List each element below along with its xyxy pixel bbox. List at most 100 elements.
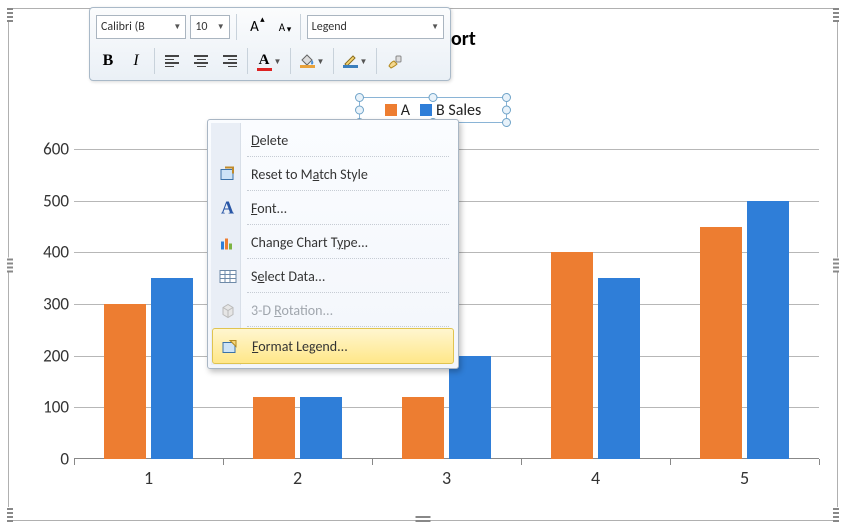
font-name-value: Calibri (B (101, 20, 145, 34)
bar-series-b[interactable] (449, 356, 491, 459)
menu-label: Format Legend... (252, 338, 348, 355)
resize-handle[interactable] (416, 516, 431, 522)
bar-series-a[interactable] (104, 304, 146, 459)
chevron-down-icon: ▼ (274, 57, 282, 66)
font-size-value: 10 (195, 20, 207, 34)
separator (300, 14, 301, 40)
separator (333, 48, 334, 74)
chevron-down-icon: ▼ (360, 57, 368, 66)
separator (376, 48, 377, 74)
mini-toolbar[interactable]: Calibri (B▼ 10▼ A▴ A▾ Legend▼ B I A▼ (89, 7, 451, 81)
resize-handle[interactable] (7, 507, 13, 522)
menu-item-font[interactable]: A Font... (211, 191, 455, 225)
chart-element-picker[interactable]: Legend ▼ (307, 15, 444, 39)
shape-fill-button[interactable]: ▼ (297, 49, 327, 73)
chevron-down-icon: ▼ (317, 57, 325, 66)
align-left-icon (165, 55, 181, 67)
x-tick-label: 2 (293, 467, 302, 489)
legend-item-a[interactable]: A (385, 101, 410, 120)
x-tick-label: 4 (591, 467, 600, 489)
bar-series-a[interactable] (700, 227, 742, 460)
chart-object[interactable]: ort A B Sales 0 100 200 300 400 500 600 (8, 8, 838, 521)
reset-icon (217, 164, 238, 185)
legend-handle[interactable] (502, 118, 511, 127)
align-center-button[interactable] (189, 49, 213, 73)
align-right-icon (221, 55, 237, 67)
resize-handle[interactable] (833, 507, 839, 522)
grow-font-button[interactable]: A▴ (243, 15, 267, 39)
bar-series-a[interactable] (402, 397, 444, 459)
x-axis[interactable]: 1 2 3 4 5 (74, 459, 819, 489)
legend-handle[interactable] (502, 93, 511, 102)
align-right-button[interactable] (217, 49, 241, 73)
menu-label: Reset to Match Style (251, 166, 368, 183)
x-tick-label: 1 (144, 467, 153, 489)
menu-item-3d-rotation: 3-D Rotation... (211, 293, 455, 327)
x-tick (819, 459, 820, 465)
paint-bucket-icon (300, 54, 315, 68)
x-tick (670, 459, 671, 465)
format-painter-button[interactable] (383, 49, 407, 73)
resize-handle[interactable] (833, 7, 839, 22)
separator (154, 48, 155, 74)
shape-outline-button[interactable]: ▼ (340, 49, 370, 73)
element-picker-value: Legend (312, 20, 347, 34)
legend-handle[interactable] (355, 93, 364, 102)
chart-type-icon (217, 232, 238, 253)
legend-handle[interactable] (502, 106, 511, 115)
bar-series-b[interactable] (300, 397, 342, 459)
bar-series-a[interactable] (551, 252, 593, 459)
y-tick-label: 400 (43, 242, 69, 263)
select-data-icon (217, 266, 238, 287)
font-icon: A (217, 198, 238, 219)
separator (290, 48, 291, 74)
font-color-button[interactable]: A▼ (254, 49, 284, 73)
brush-icon (386, 53, 404, 69)
align-center-icon (193, 55, 209, 67)
legend-label: A (401, 101, 410, 120)
y-tick-label: 100 (43, 397, 69, 418)
legend-label: B Sales (436, 101, 481, 120)
bold-button[interactable]: B (96, 49, 120, 73)
legend-item-b[interactable]: B Sales (420, 101, 481, 120)
context-menu[interactable]: Delete Reset to Match Style A Font... Ch… (207, 119, 459, 369)
bar-series-b[interactable] (151, 278, 193, 459)
bar-series-a[interactable] (253, 397, 295, 459)
menu-item-select-data[interactable]: Select Data... (211, 259, 455, 293)
menu-item-format-legend[interactable]: Format Legend... (212, 328, 454, 364)
menu-item-delete[interactable]: Delete (211, 123, 455, 157)
resize-handle[interactable] (7, 257, 13, 272)
separator (247, 48, 248, 74)
legend-handle[interactable] (355, 106, 364, 115)
menu-label: Select Data... (251, 268, 325, 285)
menu-item-change-chart-type[interactable]: Change Chart Type... (211, 225, 455, 259)
font-size-combo[interactable]: 10 ▼ (190, 15, 229, 39)
menu-label: 3-D Rotation... (251, 302, 333, 319)
bar-series-b[interactable] (598, 278, 640, 459)
pen-icon (343, 54, 358, 68)
font-color-icon: A (257, 52, 272, 71)
chevron-down-icon: ▼ (169, 22, 181, 32)
menu-item-reset-style[interactable]: Reset to Match Style (211, 157, 455, 191)
y-tick-label: 300 (43, 294, 69, 315)
chevron-down-icon: ▼ (427, 22, 439, 32)
shrink-font-button[interactable]: A▾ (270, 15, 294, 39)
x-tick (223, 459, 224, 465)
y-tick-label: 600 (43, 139, 69, 160)
align-left-button[interactable] (161, 49, 185, 73)
legend-swatch-icon (385, 104, 397, 116)
x-tick (74, 459, 75, 465)
cube-icon (217, 300, 238, 321)
font-name-combo[interactable]: Calibri (B ▼ (96, 15, 186, 39)
chart-title[interactable]: ort (451, 27, 476, 51)
bar-series-b[interactable] (747, 201, 789, 459)
chevron-down-icon: ▼ (213, 22, 225, 32)
format-icon (219, 336, 240, 357)
legend-handle[interactable] (429, 93, 438, 102)
y-axis[interactable]: 0 100 200 300 400 500 600 (29, 149, 69, 459)
resize-handle[interactable] (833, 257, 839, 272)
y-tick-label: 0 (60, 449, 69, 470)
separator (236, 14, 237, 40)
resize-handle[interactable] (7, 7, 13, 22)
italic-button[interactable]: I (124, 49, 148, 73)
